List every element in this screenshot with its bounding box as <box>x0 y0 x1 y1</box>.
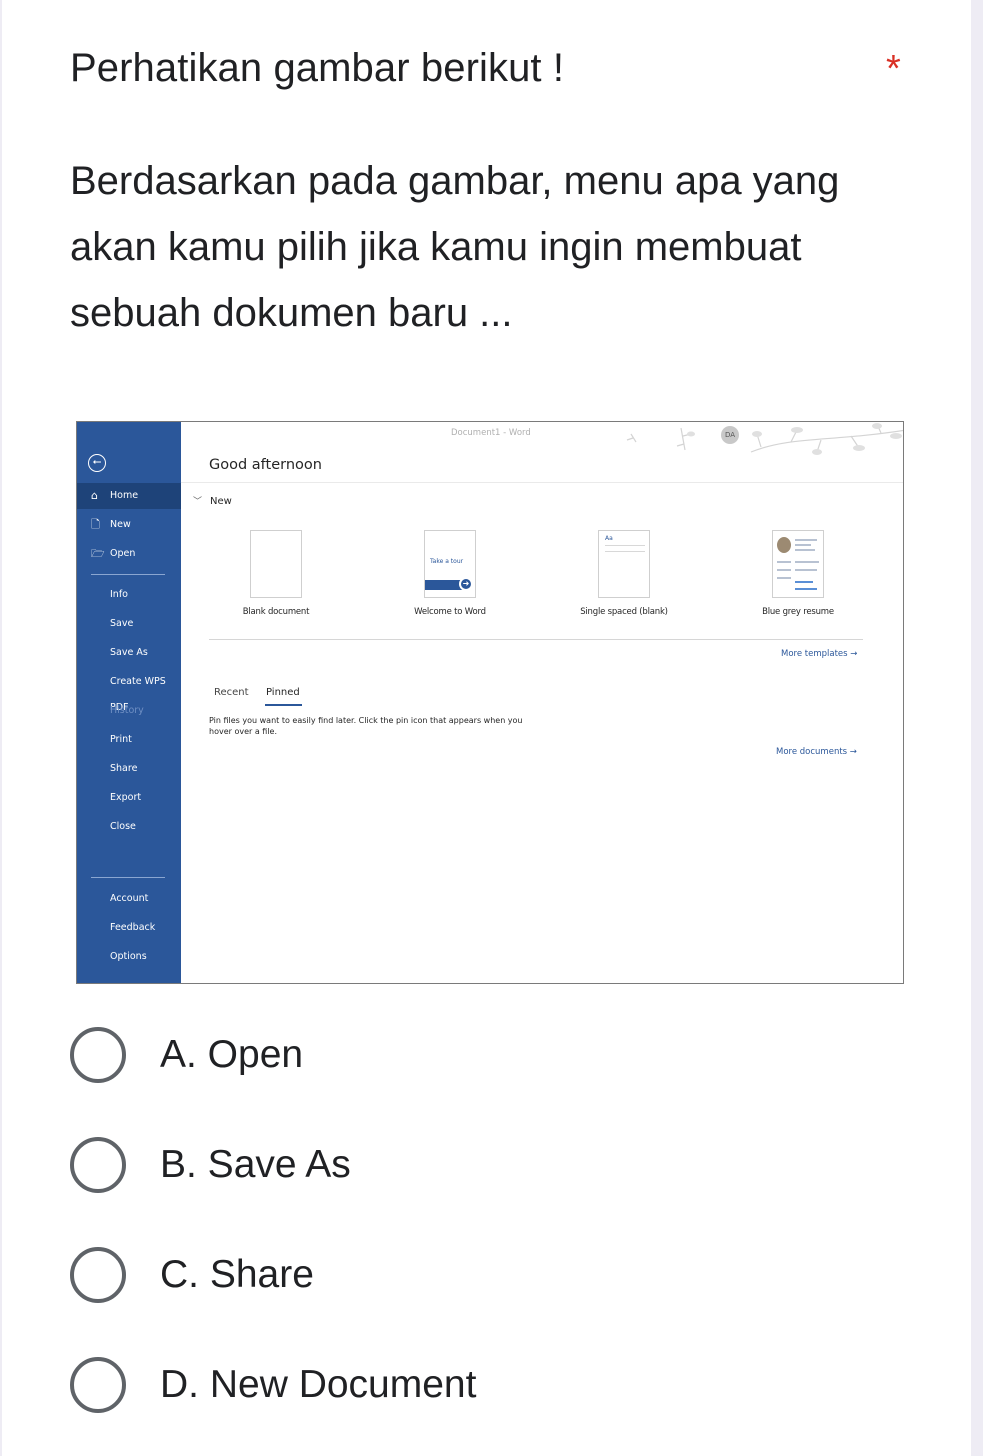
radio-button[interactable] <box>70 1137 126 1193</box>
template-label: Single spaced (blank) <box>580 607 668 617</box>
template-label: Welcome to Word <box>414 607 486 617</box>
template-label: Blue grey resume <box>762 607 834 617</box>
tab-recent: Recent <box>214 687 249 698</box>
thumb-line <box>795 549 815 551</box>
back-arrow-icon: ⭠ <box>88 454 106 472</box>
sidebar-item-home: ⌂ Home <box>77 483 181 509</box>
question-title: Perhatikan gambar berikut ! <box>70 46 565 90</box>
sidebar-divider <box>91 877 165 878</box>
sidebar-item-open: 🗁 Open <box>77 541 181 567</box>
chevron-down-icon: ﹀ <box>193 497 203 507</box>
option-label[interactable]: D. New Document <box>160 1363 476 1407</box>
sidebar-item-export: Export <box>110 792 142 803</box>
option-label[interactable]: B. Save As <box>160 1143 351 1187</box>
radio-button[interactable] <box>70 1357 126 1413</box>
sidebar-item-options: Options <box>110 951 147 962</box>
thumb-line <box>777 561 791 563</box>
thumb-text: Aa <box>605 535 613 542</box>
sidebar-item-label: Home <box>110 490 139 501</box>
new-section-label: New <box>210 496 232 507</box>
sidebar-item-create-wps-pdf: Create WPS PDF <box>110 676 166 713</box>
tab-pinned: Pinned <box>266 687 300 698</box>
option-c[interactable]: C. Share <box>70 1247 770 1303</box>
template-blue-grey-resume: Blue grey resume <box>723 530 873 617</box>
sidebar-item-share: Share <box>110 763 138 774</box>
option-label[interactable]: A. Open <box>160 1033 303 1077</box>
option-d[interactable]: D. New Document <box>70 1357 770 1413</box>
thumb-line <box>777 577 791 579</box>
new-section-heading: ﹀ New <box>193 494 232 507</box>
new-document-icon: 🗋 <box>91 518 100 531</box>
option-b[interactable]: B. Save As <box>70 1137 770 1193</box>
sidebar-item-new: 🗋 New <box>77 512 181 538</box>
arrow-right-icon: ➜ <box>459 577 473 591</box>
folder-open-icon: 🗁 <box>91 547 105 560</box>
sidebar-item-info: Info <box>110 589 128 600</box>
more-documents-link: More documents → <box>776 747 857 757</box>
question-image: ⭠ ⌂ Home 🗋 New 🗁 Open Info Save Save As … <box>76 421 904 984</box>
template-label: Blank document <box>242 607 310 617</box>
thumb-line <box>795 544 811 546</box>
sidebar-item-account: Account <box>110 893 149 904</box>
active-tab-indicator <box>265 704 302 706</box>
question-card: Perhatikan gambar berikut ! * Berdasarka… <box>2 0 971 1456</box>
template-thumbnail: Take a tour ➜ <box>424 530 476 598</box>
thumb-line <box>795 581 813 583</box>
template-blank-document: Blank document <box>201 530 351 617</box>
sidebar-item-save: Save <box>110 618 134 629</box>
tour-text: Take a tour <box>430 558 464 565</box>
sidebar-item-close: Close <box>110 821 136 832</box>
required-marker: * <box>886 48 901 90</box>
window-title: Document1 - Word <box>451 428 531 438</box>
sidebar-divider <box>91 574 165 575</box>
thumb-line <box>605 551 645 552</box>
template-welcome-to-word: Take a tour ➜ Welcome to Word <box>375 530 525 617</box>
home-icon: ⌂ <box>91 489 98 502</box>
template-thumbnail <box>772 530 824 598</box>
thumb-line <box>605 545 645 546</box>
greeting-heading: Good afternoon <box>209 457 322 473</box>
avatar: DA <box>721 426 739 444</box>
option-a[interactable]: A. Open <box>70 1027 770 1083</box>
sidebar-item-label: Open <box>110 548 136 559</box>
thumb-line <box>795 539 817 541</box>
template-single-spaced: Aa Single spaced (blank) <box>549 530 699 617</box>
question-text: Berdasarkan pada gambar, menu apa yang a… <box>70 159 840 335</box>
thumb-line <box>777 569 791 571</box>
pinned-empty-message: Pin files you want to easily find later.… <box>209 716 523 736</box>
radio-button[interactable] <box>70 1247 126 1303</box>
sidebar-item-feedback: Feedback <box>110 922 156 933</box>
more-templates-link: More templates → <box>781 649 858 659</box>
option-label[interactable]: C. Share <box>160 1253 314 1297</box>
resume-photo <box>777 537 791 553</box>
sidebar-item-save-as: Save As <box>110 647 148 658</box>
radio-button[interactable] <box>70 1027 126 1083</box>
sidebar-item-history: History <box>110 705 144 716</box>
word-backstage-main: Document1 - Word DA Good afternoon ﹀ New… <box>181 422 903 983</box>
sidebar-item-print: Print <box>110 734 132 745</box>
word-backstage-sidebar: ⭠ ⌂ Home 🗋 New 🗁 Open Info Save Save As … <box>77 422 181 983</box>
template-thumbnail <box>250 530 302 598</box>
divider <box>181 482 903 483</box>
sidebar-item-label: New <box>110 519 131 530</box>
thumb-line <box>795 588 817 590</box>
thumb-line <box>795 569 817 571</box>
divider <box>209 639 863 640</box>
template-thumbnail: Aa <box>598 530 650 598</box>
thumb-line <box>795 561 819 563</box>
